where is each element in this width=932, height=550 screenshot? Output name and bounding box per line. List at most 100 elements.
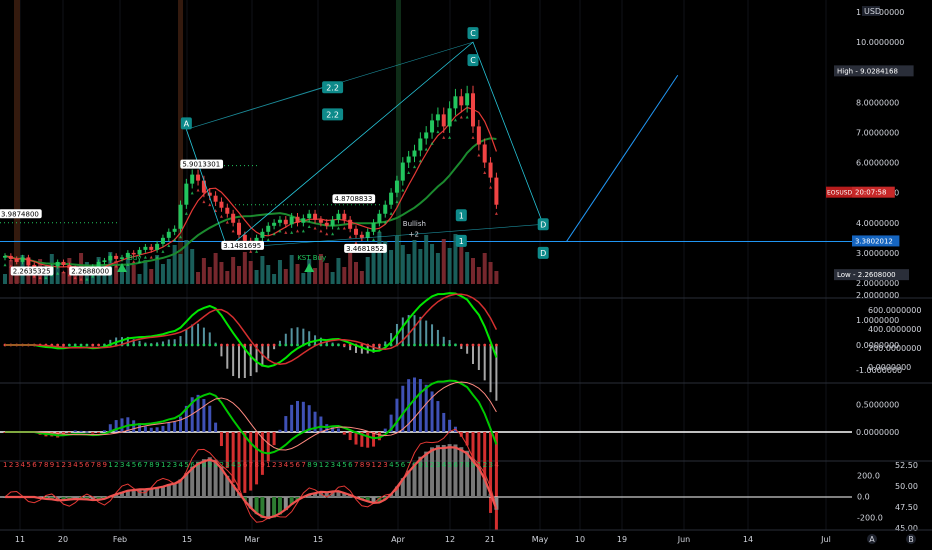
buy-signal-label: KST Buy <box>297 254 326 262</box>
volume-bar <box>365 257 370 284</box>
count-label: 3 <box>67 461 71 469</box>
volume-bar <box>471 258 475 284</box>
candle-body <box>190 174 195 184</box>
currency-label: USD <box>862 6 881 16</box>
volume-bar <box>359 271 364 284</box>
count-label: 3 <box>15 461 19 469</box>
zero-dot <box>290 343 294 347</box>
candle-body <box>277 219 282 223</box>
count-label: 6 <box>32 461 37 469</box>
trading-chart[interactable]: 3.98748002.2635325 2.26880005.90133013.14… <box>0 0 932 550</box>
price-label: 5.9013301 <box>180 159 224 169</box>
volume-bar <box>330 272 335 284</box>
candle-body <box>394 180 399 193</box>
zero-dot <box>155 343 159 347</box>
histogram-bar <box>161 425 165 432</box>
count-label: 2 <box>483 461 487 469</box>
histogram-bar <box>266 432 270 462</box>
histogram-bar <box>232 345 235 377</box>
wave-label-text: 2.2 <box>326 83 339 92</box>
corner-button-label: A <box>869 535 875 544</box>
volume-bar <box>289 255 294 284</box>
histogram-bar <box>202 327 205 345</box>
volume-bar <box>424 235 429 284</box>
zero-dot <box>161 343 165 347</box>
histogram-bar <box>383 428 387 432</box>
histogram-bar <box>435 445 440 497</box>
volume-bar <box>488 262 493 284</box>
histogram-bar <box>366 432 370 448</box>
candle-body <box>114 255 119 259</box>
candle-body <box>494 177 499 205</box>
zero-dot <box>465 343 469 347</box>
zero-dot <box>184 343 188 347</box>
zero-dot <box>126 343 130 347</box>
indicator2-tick-label: 0.5000000 <box>856 401 899 410</box>
candle-body <box>283 219 288 225</box>
candle-body <box>412 150 417 157</box>
zero-dot <box>73 343 77 347</box>
zero-dot <box>144 343 147 347</box>
histogram-bar <box>489 345 492 393</box>
zero-dot <box>261 343 264 347</box>
corner-button: B <box>906 534 916 544</box>
price-badge-text: 3.3802012 <box>855 237 893 245</box>
time-tick-label: 12 <box>445 535 455 544</box>
volume-bar <box>149 269 154 284</box>
count-label: 4 <box>231 461 236 469</box>
count-label: 3 <box>120 461 124 469</box>
histogram-bar <box>220 345 223 357</box>
volume-bar <box>143 260 148 284</box>
histogram-bar <box>97 432 101 433</box>
count-label: 1 <box>424 461 428 469</box>
wave-label: C <box>467 27 479 40</box>
price-label-text: 2.2688000 <box>71 267 109 275</box>
zero-dot <box>225 343 229 347</box>
count-label: 4 <box>21 461 26 469</box>
time-tick-label: Apr <box>391 535 406 544</box>
wave-label-text: 1 <box>459 237 464 246</box>
indicator3-tick-label: 47.50 <box>895 503 918 512</box>
price-badge-text: Low - 2.2608000 <box>837 271 896 279</box>
wave-label: D <box>537 246 549 259</box>
count-label: 5 <box>237 461 241 469</box>
histogram-bar <box>249 345 252 376</box>
histogram-bar <box>436 401 440 432</box>
count-label: 8 <box>360 461 364 469</box>
histogram-bar <box>307 405 311 432</box>
volume-bar <box>336 258 341 284</box>
volume-bar <box>266 265 271 284</box>
histogram-bar <box>79 430 83 432</box>
highlight-band <box>178 0 183 283</box>
count-label: 5 <box>290 461 294 469</box>
zero-dot <box>220 343 223 347</box>
time-tick-label: May <box>532 535 549 544</box>
candle-body <box>318 219 323 223</box>
candle-body <box>61 261 66 265</box>
wave-label-text: 1 <box>459 211 464 220</box>
candle-body <box>272 222 277 226</box>
histogram-bar <box>477 345 480 370</box>
histogram-bar <box>336 428 340 432</box>
candle-body <box>330 219 335 226</box>
price-label-text: 5.9013301 <box>182 161 220 169</box>
histogram-bar <box>425 320 428 345</box>
wave-label: 1 <box>455 209 467 222</box>
candle-body <box>348 219 353 229</box>
histogram-bar <box>214 422 218 432</box>
candle-body <box>20 257 25 262</box>
price-label: 3.1481695 <box>221 240 264 250</box>
count-label: 7 <box>354 461 358 469</box>
zero-dot <box>459 343 463 347</box>
time-tick-label: 19 <box>617 535 627 544</box>
zero-dot <box>138 343 141 347</box>
candle-body <box>400 162 405 181</box>
price-label: 4.8708833 <box>332 194 376 204</box>
candle-body <box>196 174 201 181</box>
count-label: 1 <box>56 461 60 469</box>
count-label: 6 <box>401 461 406 469</box>
count-label: 4 <box>126 461 131 469</box>
wave-label: D <box>537 218 549 231</box>
price-badge-text: 20:07:58 <box>855 189 886 197</box>
zero-dot <box>442 343 446 347</box>
